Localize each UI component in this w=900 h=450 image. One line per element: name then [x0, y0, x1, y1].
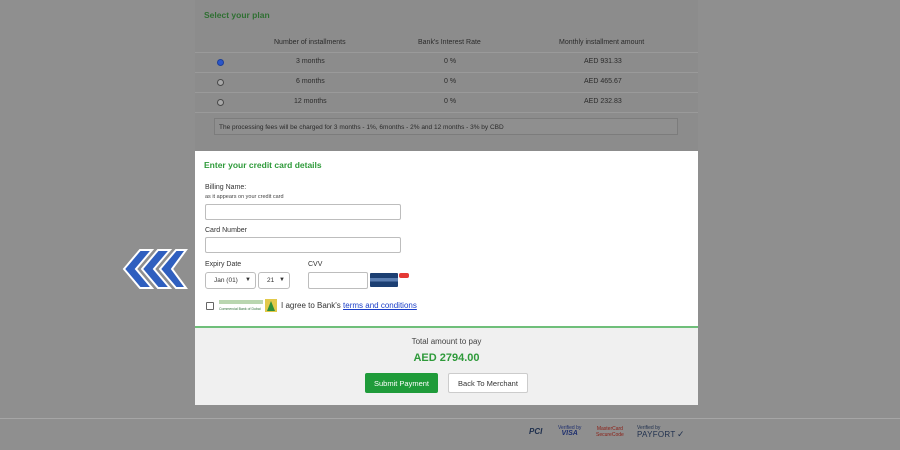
billing-name-hint: as it appears on your credit card: [205, 194, 284, 200]
bank-logo-text: Commercial Bank of Dubai: [219, 307, 261, 311]
chevron-down-icon: ▼: [279, 277, 285, 283]
expiry-year-value: 21: [267, 277, 275, 284]
card-section-title: Enter your credit card details: [204, 160, 322, 170]
expiry-date-label: Expiry Date: [205, 261, 242, 268]
expiry-month-select[interactable]: Jan (01) ▼: [205, 272, 256, 289]
plan-table-header: Number of installments Bank's Interest R…: [195, 34, 698, 53]
back-to-merchant-button[interactable]: Back To Merchant: [448, 373, 528, 393]
plan-amount: AED 232.83: [584, 98, 622, 105]
check-icon: ✓: [676, 429, 685, 439]
agree-terms-text: I agree to Bank's terms and conditions: [281, 301, 417, 310]
submit-payment-button[interactable]: Submit Payment: [365, 373, 438, 393]
chevron-down-icon: ▼: [245, 277, 251, 283]
total-label: Total amount to pay: [411, 337, 482, 346]
security-logos: PCI Verified by VISA MasterCard SecureCo…: [525, 425, 705, 445]
plan-title: Select your plan: [204, 10, 270, 20]
header-monthly-amount: Monthly installment amount: [559, 39, 645, 46]
processing-fees-note: The processing fees will be charged for …: [214, 118, 678, 135]
pci-logo: PCI: [529, 427, 543, 436]
plan-row[interactable]: 3 months 0 % AED 931.33: [195, 53, 698, 73]
expiry-year-select[interactable]: 21 ▼: [258, 272, 290, 289]
plan-rate: 0 %: [444, 58, 457, 65]
verified-by-visa-logo: Verified by VISA: [558, 425, 581, 437]
agree-text: I agree to Bank's: [281, 301, 341, 310]
header-installments: Number of installments: [274, 39, 346, 46]
visa-brand-text: VISA: [561, 430, 578, 437]
total-amount: AED 2794.00: [413, 352, 480, 364]
plan-amount: AED 465.67: [584, 78, 622, 85]
cvv-label: CVV: [308, 261, 323, 268]
plan-installments: 12 months: [294, 98, 327, 105]
plan-installments: 3 months: [296, 58, 325, 65]
plan-row[interactable]: 6 months 0 % AED 465.67: [195, 73, 698, 93]
terms-and-conditions-link[interactable]: terms and conditions: [343, 301, 417, 310]
payfort-brand-text: PAYFORT: [637, 430, 676, 439]
plan-row[interactable]: 12 months 0 % AED 232.83: [195, 93, 698, 113]
plan-installments: 6 months: [296, 78, 325, 85]
cvv-input[interactable]: [308, 272, 368, 289]
plan-rate: 0 %: [444, 98, 457, 105]
brand-chevrons-logo: [122, 249, 188, 289]
installment-plan-section: Select your plan Number of installments …: [195, 0, 698, 151]
plan-radio-3-months[interactable]: [217, 59, 224, 66]
agree-terms-checkbox[interactable]: [206, 302, 214, 310]
mastercard-securecode-logo: MasterCard SecureCode: [596, 426, 624, 438]
payfort-logo: Verified by PAYFORT ✓: [637, 425, 685, 439]
billing-name-input[interactable]: [205, 204, 401, 220]
mc-bottom-text: SecureCode: [596, 432, 624, 438]
plan-radio-6-months[interactable]: [217, 79, 224, 86]
expiry-month-value: Jan (01): [214, 277, 238, 284]
card-number-label: Card Number: [205, 227, 248, 234]
payment-summary: Total amount to pay AED 2794.00 Submit P…: [195, 326, 698, 405]
plan-table: Number of installments Bank's Interest R…: [195, 34, 698, 113]
card-number-input[interactable]: [205, 237, 401, 253]
cvv-hint-badge-icon: [399, 273, 409, 278]
credit-card-back-icon: [370, 273, 398, 287]
plan-amount: AED 931.33: [584, 58, 622, 65]
header-interest-rate: Bank's Interest Rate: [418, 39, 481, 46]
plan-radio-12-months[interactable]: [217, 99, 224, 106]
credit-card-form: Enter your credit card details Billing N…: [195, 151, 698, 326]
billing-name-label: Billing Name:: [205, 184, 247, 191]
plan-rate: 0 %: [444, 78, 457, 85]
footer-divider: [0, 418, 900, 419]
